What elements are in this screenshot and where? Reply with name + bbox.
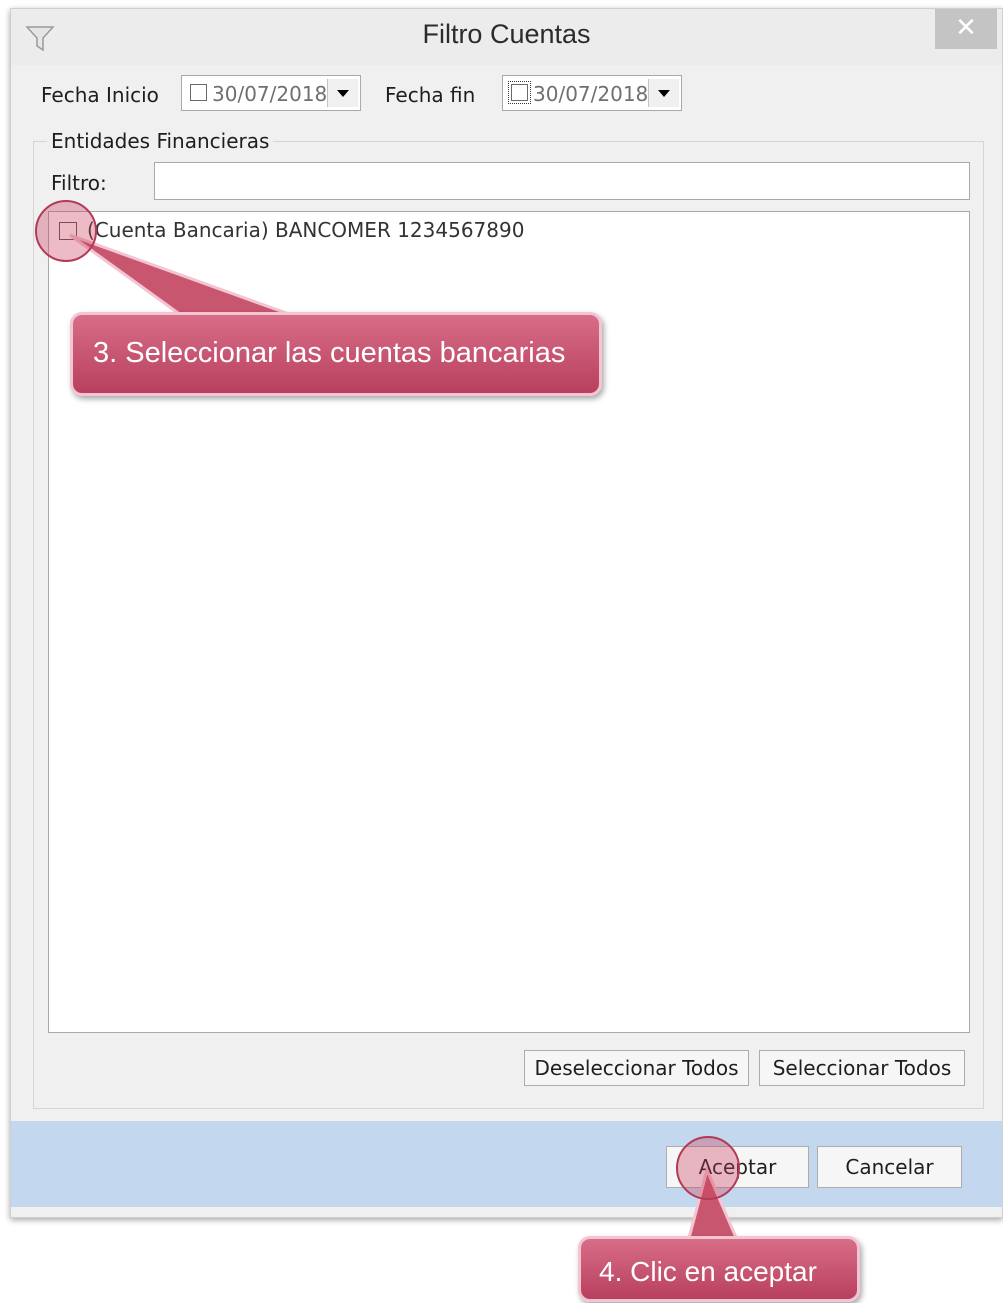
callout-step3: 3. Seleccionar las cuentas bancarias [70,312,602,396]
highlight-circle-step3 [35,200,97,262]
callout-pointers [69,233,741,1244]
callout-step3-text: 3. Seleccionar las cuentas bancarias [93,337,566,369]
highlight-circle-step4 [676,1136,740,1200]
callout-step4-text: 4. Clic en aceptar [599,1256,817,1287]
callout-pointer-step3 [69,233,301,320]
callout-step4: 4. Clic en aceptar [578,1236,860,1302]
